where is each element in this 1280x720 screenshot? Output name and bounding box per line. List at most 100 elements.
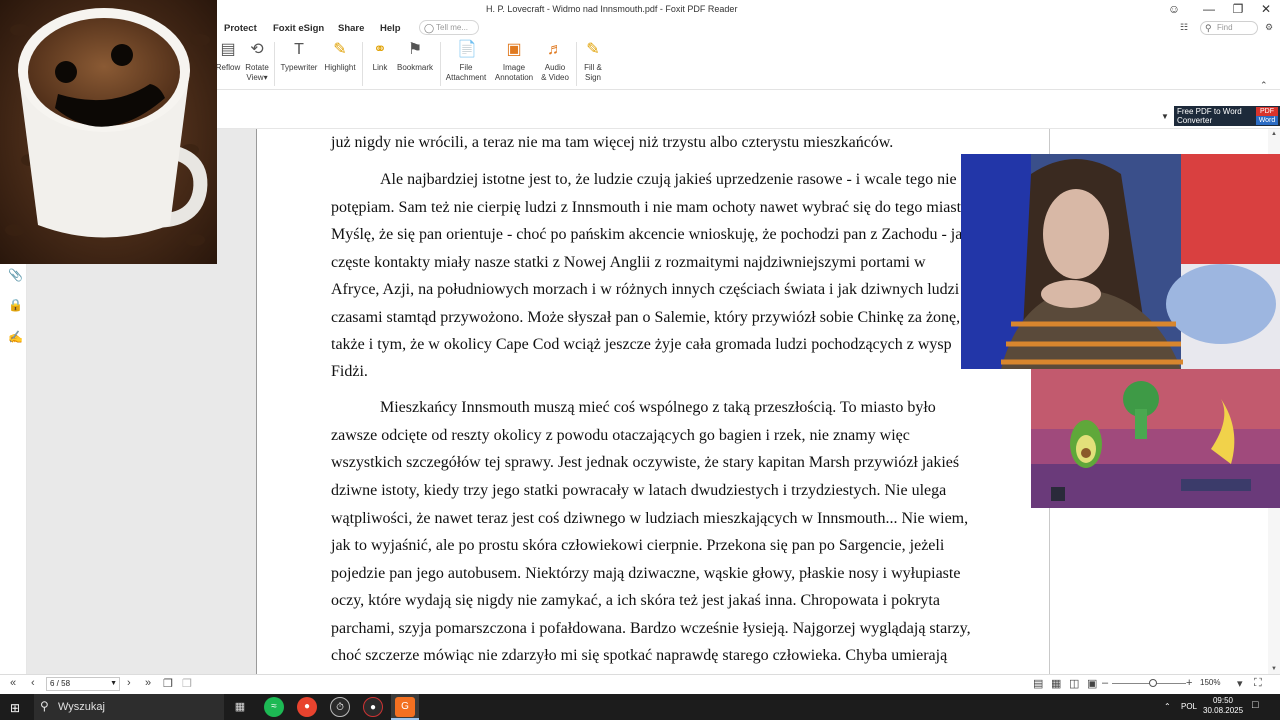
file-attachment-icon: 📄 (457, 41, 477, 58)
fullscreen-icon[interactable]: ⛶ (1254, 677, 1262, 690)
window-title: H. P. Lovecraft - Widmo nad Innsmouth.pd… (486, 4, 738, 14)
text-line: wątpliwości, że nawet teraz jest coś dzi… (331, 510, 969, 527)
tell-me-input[interactable]: ◯ Tell me... (419, 20, 479, 35)
typewriter-button[interactable]: T Typewriter (278, 40, 320, 73)
zoom-out-icon[interactable]: – (1102, 677, 1108, 689)
fill-sign-icon: ✎ (586, 41, 600, 58)
image-annotation-button[interactable]: ▣ Image Annotation (492, 40, 536, 83)
signature-icon[interactable]: ✍ (8, 330, 23, 344)
link-button[interactable]: ⚭ Link (367, 40, 393, 73)
tray-expand-chevron-icon[interactable]: ⌃ (1164, 702, 1171, 711)
typewriter-icon: T (294, 41, 304, 58)
ribbon-divider (440, 42, 441, 86)
scroll-down-arrow-icon[interactable]: ▼ (1271, 666, 1277, 672)
close-button[interactable]: ✕ (1252, 0, 1280, 20)
promo-banner[interactable]: Free PDF to Word Converter PDF Word (1174, 106, 1280, 126)
spotify-icon[interactable]: ≈ (264, 697, 284, 717)
text-line: Mieszkańcy Innsmouth muszą mieć coś wspó… (380, 399, 936, 416)
continuous-facing-view-icon[interactable]: ▣ (1087, 677, 1097, 690)
zoom-slider-handle[interactable] (1148, 679, 1157, 687)
text-line: Fidżi. (331, 363, 368, 380)
page-number-input[interactable]: 6 / 58 ▼ (46, 677, 120, 691)
reflow-icon: ▤ (220, 41, 236, 58)
obs-app-icon[interactable]: ● (363, 697, 383, 717)
text-line: zawsze odcięte od reszty okolicy z powod… (331, 427, 910, 444)
tell-me-placeholder: Tell me... (436, 23, 469, 32)
find-options-icon[interactable]: ☷ (1180, 22, 1188, 33)
text-line: częste kontakty miały nasze statki z Now… (331, 254, 926, 271)
bookmark-button[interactable]: ⚑ Bookmark (396, 40, 434, 73)
bookmark-icon: ⚑ (407, 41, 423, 58)
scroll-up-arrow-icon[interactable]: ▲ (1271, 131, 1277, 137)
next-page-icon[interactable]: › (127, 677, 131, 689)
text-line: wszystkich szczegółów tej sprawy. Jest j… (331, 454, 960, 471)
find-placeholder: Find (1217, 23, 1233, 32)
copy-icon[interactable]: ❐ (163, 677, 173, 690)
tab-protect[interactable]: Protect (224, 23, 257, 34)
ribbon-divider (274, 42, 275, 86)
lightbulb-icon: ◯ (424, 23, 435, 33)
account-icon[interactable]: ☺ (1160, 0, 1188, 20)
document-tab-strip (217, 90, 1280, 129)
continuous-view-icon[interactable]: ▦ (1051, 677, 1061, 690)
image-annotation-icon: ▣ (506, 41, 522, 58)
attachments-icon[interactable]: 📎 (8, 268, 23, 282)
text-line: pojedzie pan jego autobusem. Niektórzy m… (331, 565, 961, 582)
promo-text-line1: Free PDF to Word (1177, 107, 1242, 116)
text-line: już nigdy nie wrócili, a teraz nie ma ta… (331, 134, 894, 151)
pdf-to-word-logo: PDF Word (1256, 107, 1278, 125)
webcam-person-image (961, 154, 1280, 369)
last-page-icon[interactable]: » (145, 677, 151, 689)
text-line: także i tym, że w okolicy Cape Cod wciąż… (331, 336, 952, 353)
find-input[interactable]: ⚲ Find (1200, 21, 1258, 35)
language-indicator[interactable]: POL (1181, 702, 1197, 711)
ribbon-divider (576, 42, 577, 86)
stopwatch-app-icon[interactable]: ⏱ (330, 697, 350, 717)
zoom-in-icon[interactable]: + (1186, 677, 1192, 689)
text-line: jak to wyjaśnić, ale po prostu skóra czł… (331, 537, 945, 554)
text-line: oczy, które wydają się nigdy nie zamykać… (331, 592, 940, 609)
file-attachment-button[interactable]: 📄 File Attachment (444, 40, 488, 83)
previous-page-icon[interactable]: ‹ (31, 677, 35, 689)
foxit-reader-icon[interactable]: G (395, 697, 415, 717)
tab-help[interactable]: Help (380, 23, 401, 34)
tab-list-chevron-icon[interactable]: ▼ (1161, 112, 1169, 121)
ribbon-divider (362, 42, 363, 86)
audio-video-icon: ♬ (547, 41, 563, 58)
notifications-icon[interactable]: □ (1252, 699, 1259, 711)
minimize-button[interactable]: — (1195, 0, 1223, 20)
fitness-cartoon-overlay (1031, 369, 1280, 508)
taskbar-clock[interactable]: 09:50 30.08.2025 (1203, 696, 1243, 716)
audio-video-button[interactable]: ♬ Audio & Video (538, 40, 572, 83)
reflow-button[interactable]: ▤ Reflow (214, 40, 242, 73)
windows-taskbar: ⊞ (0, 694, 1280, 720)
highlight-icon: ✎ (333, 41, 347, 58)
text-line: Afryce, Azji, na południowych morzach i … (331, 281, 960, 298)
highlight-button[interactable]: ✎ Highlight (322, 40, 358, 73)
windows-start-icon[interactable]: ⊞ (10, 701, 20, 715)
webcam-overlay (961, 154, 1280, 369)
maximize-button[interactable]: ❐ (1224, 0, 1252, 20)
chrome-icon[interactable]: ● (297, 697, 317, 717)
lock-icon[interactable]: 🔒 (8, 298, 23, 312)
first-page-icon[interactable]: « (10, 677, 16, 689)
search-icon: ⚲ (1205, 23, 1212, 33)
facing-view-icon[interactable]: ◫ (1069, 677, 1079, 690)
text-line: choć szczerze mówiąc nie zdarzyło mi się… (331, 647, 948, 664)
chevron-down-icon[interactable]: ▼ (110, 678, 117, 690)
task-view-icon[interactable]: ▦ (230, 697, 250, 717)
zoom-level[interactable]: 150% (1200, 678, 1220, 687)
tab-foxit-esign[interactable]: Foxit eSign (273, 23, 324, 34)
text-line: czasami stamtąd przywożono. Może słyszał… (331, 309, 961, 326)
coffee-cup-overlay-image (0, 0, 217, 264)
promo-text-line2: Converter (1177, 116, 1213, 125)
settings-gear-icon[interactable]: ⚙ (1265, 22, 1273, 33)
link-icon: ⚭ (373, 41, 387, 58)
zoom-dropdown-chevron-icon[interactable]: ▾ (1237, 677, 1243, 690)
rotate-view-button[interactable]: ⟲ Rotate View▾ (243, 40, 271, 83)
single-page-view-icon[interactable]: ▤ (1033, 677, 1043, 690)
taskbar-search-placeholder[interactable]: Wyszukaj (58, 701, 105, 713)
fill-sign-button[interactable]: ✎ Fill & Sign (580, 40, 606, 83)
status-bar: « ‹ › » ❐ ❐ ▤ ▦ ◫ ▣ – + ▾ ⛶ (0, 674, 1280, 694)
tab-share[interactable]: Share (338, 23, 364, 34)
